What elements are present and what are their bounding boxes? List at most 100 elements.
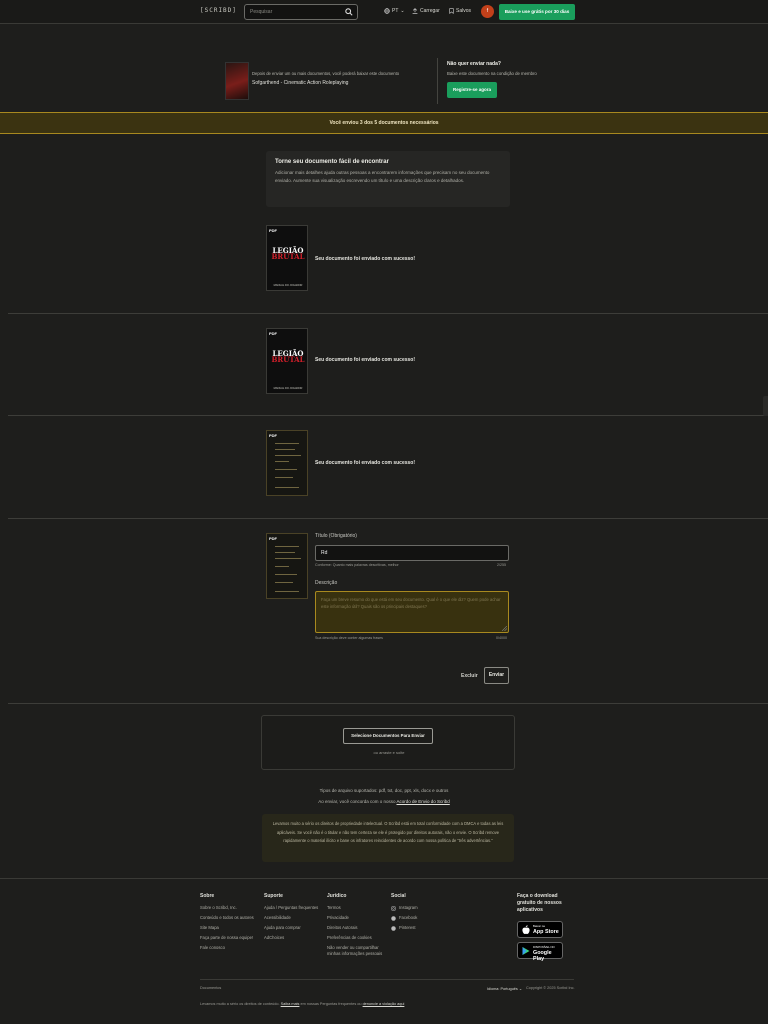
pinterest-icon: [391, 925, 396, 931]
apps-title: Faça o download gratuito de nossos aplic…: [517, 893, 562, 913]
title-hint: Conforme: Quanto mais palavras descritiv…: [315, 563, 399, 567]
pdf-badge: PDF: [269, 536, 277, 541]
documents-link[interactable]: Documentos: [200, 986, 221, 990]
row-divider: [8, 415, 768, 416]
cover-art-footer: MANUAL DO JOGADOR: [273, 284, 303, 287]
google-play-label: Google Play: [533, 950, 552, 962]
row-divider: [8, 518, 768, 519]
footer-link[interactable]: Site Mapa: [200, 925, 258, 931]
cover-art-title: LEGIÃO BRUTAL: [271, 350, 305, 364]
footer-link[interactable]: Ajuda / Perguntas frequentes: [264, 905, 324, 911]
free-trial-button[interactable]: Baixe e use grátis por 30 dias: [499, 4, 575, 20]
footer-col-legal: Jurídico Termos Privacidade Direitos Aut…: [327, 893, 385, 957]
document-thumbnail: PDF: [266, 430, 308, 496]
footer-link[interactable]: Conteúdo e todos os autores: [200, 915, 258, 921]
avatar[interactable]: f: [481, 5, 494, 18]
terms-prefix: Ao enviar, você concorda com o nosso: [318, 799, 396, 804]
saved-link[interactable]: Salvos: [449, 8, 471, 14]
footer-col-support: Suporte Ajuda / Perguntas frequentes Ace…: [264, 893, 324, 941]
scribd-logo[interactable]: [SCRIBD]: [200, 7, 237, 14]
upload-agreement-link[interactable]: Acordo de Envio do Scribd: [397, 799, 450, 804]
top-bar: [SCRIBD] Pesquisar PT ⌄ Carregar Salvos …: [0, 0, 768, 24]
cover-title-line-2: BRUTAL: [271, 355, 305, 364]
description-label: Descrição: [315, 580, 338, 586]
footer-link[interactable]: Direitos Autorais: [327, 925, 385, 931]
title-input[interactable]: Rd: [315, 545, 509, 561]
google-play-button[interactable]: DISPONÍVEL NO Google Play: [517, 942, 563, 962]
send-button[interactable]: Enviar: [484, 667, 509, 684]
cover-art-footer: MANUAL DO JOGADOR: [273, 387, 303, 390]
search-placeholder: Pesquisar: [250, 9, 273, 15]
footer-link[interactable]: Acessibilidade: [264, 915, 324, 921]
resize-handle-icon[interactable]: [502, 626, 507, 631]
footer-col-title: Jurídico: [327, 893, 347, 899]
tip-title: Torne seu documento fácil de encontrar: [275, 159, 389, 165]
footer-col-title: Suporte: [264, 893, 283, 899]
footer-link[interactable]: Privacidade: [327, 915, 385, 921]
pinterest-link[interactable]: Pinterest: [391, 925, 451, 931]
upload-link[interactable]: Carregar: [412, 8, 440, 14]
title-input-value: Rd: [321, 550, 328, 556]
learn-more-link[interactable]: Saiba mais: [281, 1002, 300, 1006]
supported-file-types: Tipos de arquivo suportados: pdf, txt, d…: [200, 785, 568, 807]
register-button[interactable]: Registre-se agora: [447, 82, 497, 98]
language-label: PT: [392, 8, 399, 14]
footer-link[interactable]: Preferências de cookies: [327, 935, 385, 941]
select-documents-button[interactable]: Selecione Documentos Para Enviar: [343, 728, 433, 744]
footer-bottom-prefix: Levamos muito a sério os direitos de con…: [200, 1002, 280, 1006]
footer-bottom-mid: em nossas Perguntas frequentes ou: [300, 1002, 362, 1006]
footer-link[interactable]: Ajuda para comprar: [264, 925, 324, 931]
footer-language-selector[interactable]: Idioma: Português ⌄: [487, 986, 522, 991]
footer-link[interactable]: AdChoices: [264, 935, 324, 941]
row-divider: [8, 703, 768, 704]
instagram-icon: [391, 905, 396, 911]
footer-language-label: Idioma: Português: [487, 987, 518, 991]
saved-label: Salvos: [456, 8, 472, 14]
promo-document-title[interactable]: Sofgarthend - Cinematic Action Roleplayi…: [252, 80, 348, 86]
pdf-badge: PDF: [269, 433, 277, 438]
footer-link[interactable]: Fale conosco: [200, 945, 258, 951]
report-violation-link[interactable]: denuncie a violação aqui: [363, 1002, 405, 1006]
google-play-small-text: DISPONÍVEL NO: [533, 945, 555, 949]
description-char-count: 0/4000: [496, 636, 507, 640]
footer-col-about: Sobre Sobre o Scribd, Inc. Conteúdo e to…: [200, 893, 258, 951]
file-types-text: Tipos de arquivo suportados: pdf, txt, d…: [319, 788, 449, 793]
delete-button[interactable]: Excluir: [461, 673, 478, 679]
globe-icon: [384, 8, 390, 14]
title-label: Título (Obrigatório): [315, 533, 357, 539]
bookmark-icon: [449, 8, 454, 14]
upload-icon: [412, 8, 418, 14]
instagram-link[interactable]: Instagram: [391, 905, 451, 911]
terms-line: Ao enviar, você concorda com o nosso Aco…: [200, 796, 568, 807]
footer-link[interactable]: Sobre o Scribd, Inc.: [200, 905, 258, 911]
cover-title-line-2: BRUTAL: [271, 252, 305, 261]
chevron-down-icon: ⌄: [400, 8, 405, 14]
app-store-button[interactable]: Baixar na App Store: [517, 921, 563, 938]
language-selector[interactable]: PT ⌄: [384, 8, 405, 14]
cover-art-title: LEGIÃO BRUTAL: [271, 247, 305, 261]
document-thumbnail: PDF: [266, 533, 308, 599]
search-icon[interactable]: [345, 8, 353, 16]
facebook-link[interactable]: Facebook: [391, 915, 451, 921]
description-hint: Sua descrição deve conter algumas frases: [315, 636, 383, 640]
document-thumbnail: PDF LEGIÃO BRUTAL MANUAL DO JOGADOR: [266, 328, 308, 394]
document-thumbnail: PDF LEGIÃO BRUTAL MANUAL DO JOGADOR: [266, 225, 308, 291]
description-placeholder: Faça um breve resumo do que está em seu …: [321, 597, 501, 609]
footer-link[interactable]: Faça parte de nossa equipe!: [200, 935, 258, 941]
chevron-down-icon: ⌄: [518, 987, 523, 991]
tip-body: Adicionar mais detalhes ajuda outras pes…: [275, 170, 490, 183]
upload-dropzone[interactable]: Selecione Documentos Para Enviar ou arra…: [261, 715, 515, 770]
search-input[interactable]: Pesquisar: [244, 4, 358, 20]
banner-text: Você enviou 3 dos 5 documentos necessári…: [329, 120, 439, 126]
google-play-icon: [522, 947, 530, 955]
footer-link[interactable]: Termos: [327, 905, 385, 911]
facebook-icon: [391, 915, 396, 921]
footer-link[interactable]: Não vender ou compartilhar minhas inform…: [327, 945, 385, 957]
footer-link-label: Facebook: [399, 915, 418, 920]
pdf-badge: PDF: [269, 228, 277, 233]
footer-copyright: Copyright © 2025 Scribd Inc.: [526, 986, 575, 990]
upload-success-message: Seu documento foi enviado com sucesso!: [315, 357, 416, 363]
tip-box: Torne seu documento fácil de encontrar A…: [266, 151, 510, 207]
description-textarea[interactable]: Faça um breve resumo do que está em seu …: [315, 591, 509, 633]
feedback-tab[interactable]: [763, 396, 768, 416]
